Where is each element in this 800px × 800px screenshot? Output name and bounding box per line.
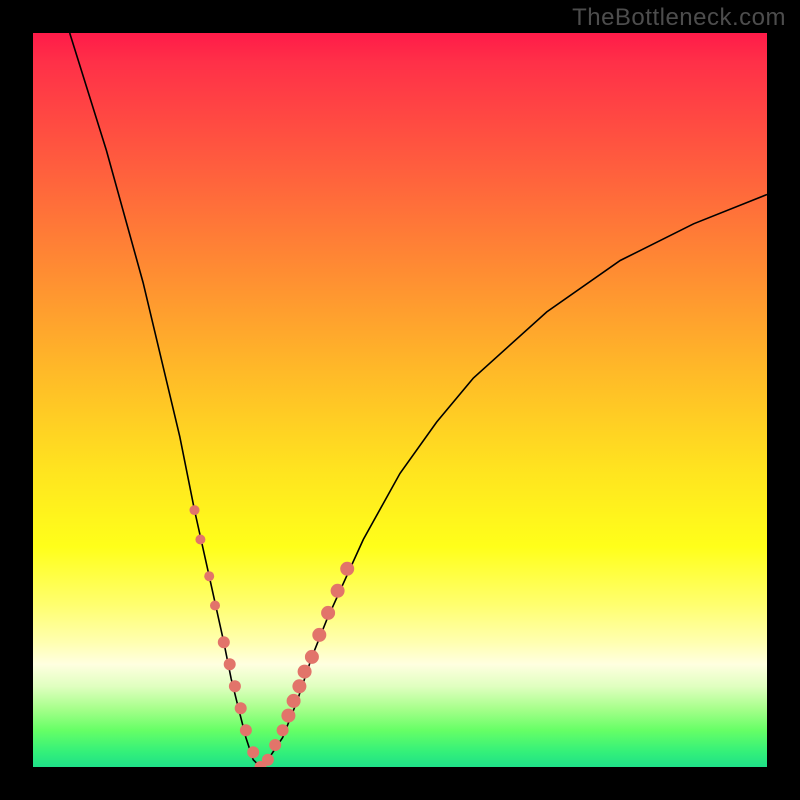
chart-frame: TheBottleneck.com [0, 0, 800, 800]
highlight-dot [262, 754, 274, 766]
highlight-dots [190, 505, 355, 767]
highlight-dot [235, 702, 247, 714]
plot-area [33, 33, 767, 767]
curve-svg [33, 33, 767, 767]
highlight-dot [240, 724, 252, 736]
highlight-dot [312, 628, 326, 642]
highlight-dot [218, 636, 230, 648]
highlight-dot [229, 680, 241, 692]
highlight-dot [247, 746, 259, 758]
highlight-dot [340, 562, 354, 576]
highlight-dot [224, 658, 236, 670]
highlight-dot [287, 694, 301, 708]
highlight-dot [210, 601, 220, 611]
highlight-dot [269, 739, 281, 751]
bottleneck-curve [70, 33, 767, 767]
highlight-dot [190, 505, 200, 515]
watermark-text: TheBottleneck.com [572, 4, 786, 32]
highlight-dot [298, 665, 312, 679]
highlight-dot [195, 535, 205, 545]
highlight-dot [305, 650, 319, 664]
highlight-dot [321, 606, 335, 620]
highlight-dot [204, 571, 214, 581]
highlight-dot [331, 584, 345, 598]
highlight-dot [277, 724, 289, 736]
highlight-dot [281, 709, 295, 723]
highlight-dot [292, 679, 306, 693]
